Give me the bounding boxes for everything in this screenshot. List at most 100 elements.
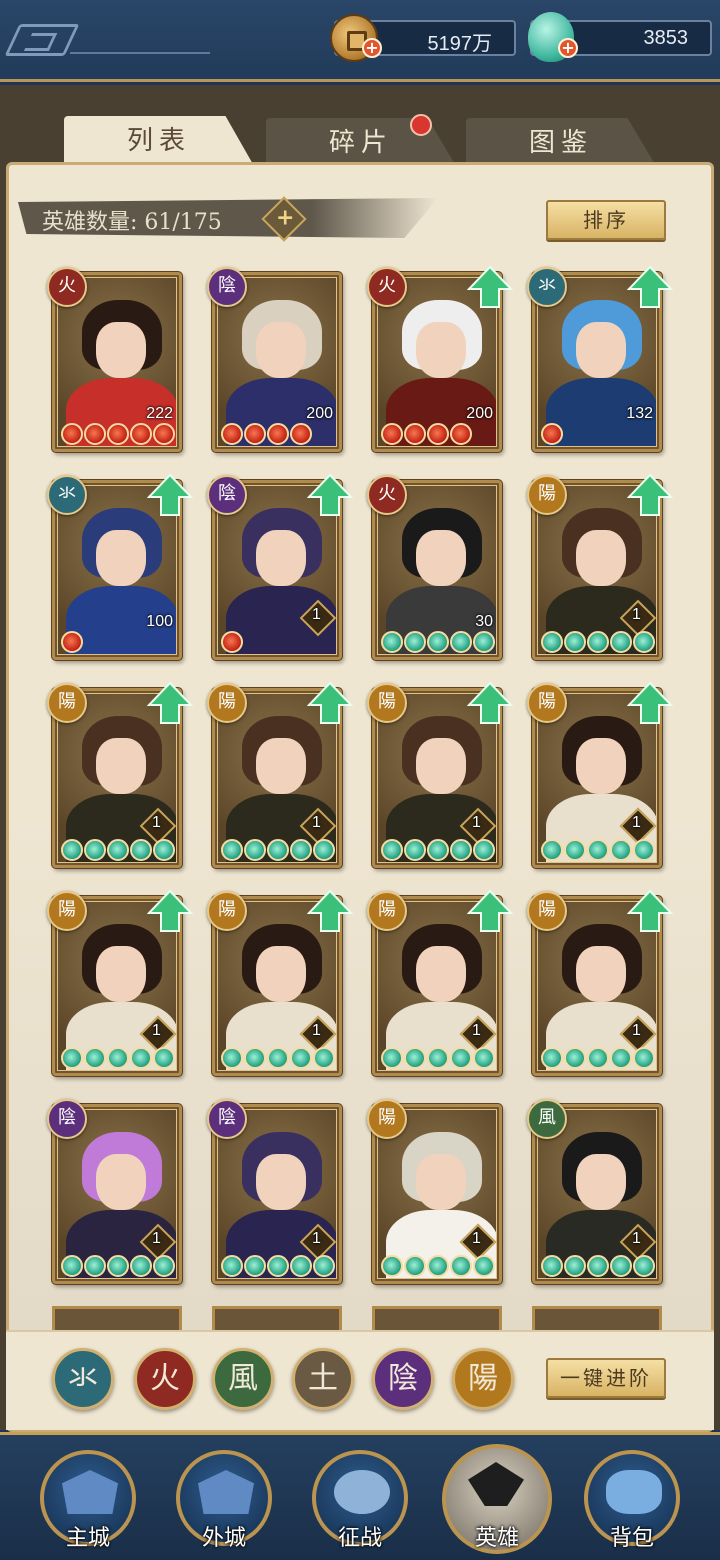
hero-face (96, 322, 146, 378)
star-icon (313, 1047, 335, 1069)
hero-card[interactable]: 風1 (527, 1099, 662, 1284)
filter-yin-button[interactable]: 陰 (372, 1348, 434, 1410)
filter-wind-button[interactable]: 風 (212, 1348, 274, 1410)
hero-icon (468, 1462, 524, 1506)
star-icon (381, 1255, 403, 1277)
star-icon (381, 839, 403, 861)
tab-codex[interactable]: 图鉴 (466, 118, 656, 166)
element-badge: 陽 (367, 1099, 407, 1139)
coin-counter[interactable]: + 5197万 (330, 14, 516, 62)
hero-face (256, 322, 306, 378)
hero-level-value: 1 (632, 606, 641, 623)
star-rating (541, 839, 656, 861)
hero-card[interactable]: 火 30 (367, 475, 502, 660)
hero-level: 1 (303, 603, 331, 631)
jade-value: 3853 (643, 27, 689, 49)
element-badge: 陽 (367, 891, 407, 931)
filter-water-button[interactable]: 氺 (52, 1348, 114, 1410)
star-rating (61, 1047, 176, 1069)
star-icon (564, 631, 586, 653)
hero-card[interactable]: 陽1 (47, 889, 193, 1076)
star-icon (633, 839, 655, 861)
menu-pattern-icon[interactable] (4, 24, 80, 56)
upgrade-arrow-icon (627, 473, 673, 516)
star-rating (381, 1255, 496, 1277)
star-rating (541, 1047, 656, 1069)
hero-level: 1 (143, 1019, 171, 1047)
star-icon (541, 839, 563, 861)
hero-card[interactable]: 陰 200 (207, 267, 342, 452)
hero-face (96, 1154, 146, 1210)
star-icon (130, 423, 152, 445)
element-badge: 陽 (367, 683, 407, 723)
hero-level-value: 30 (475, 613, 493, 630)
element-badge: 陽 (207, 683, 247, 723)
hero-card[interactable]: 陽1 (527, 473, 673, 660)
outer-city-icon (198, 1470, 254, 1514)
star-rating (221, 1255, 336, 1277)
star-icon (221, 839, 243, 861)
hero-card[interactable]: 陰1 (47, 1099, 182, 1284)
star-icon (153, 1047, 175, 1069)
one-click-advance-button[interactable]: 一键进阶 (546, 1358, 666, 1398)
hero-level-value: 1 (632, 814, 641, 831)
hero-card[interactable]: 陽1 (47, 681, 193, 868)
star-rating (381, 631, 496, 653)
add-coin-button[interactable]: + (362, 38, 382, 58)
element-badge: 火 (367, 475, 407, 515)
hero-card[interactable]: 陽1 (207, 889, 353, 1076)
star-icon (290, 1255, 312, 1277)
hero-card[interactable]: 陽1 (527, 889, 673, 1076)
star-rating (221, 631, 244, 653)
star-icon (541, 631, 563, 653)
star-icon (61, 1255, 83, 1277)
hero-card[interactable] (212, 1306, 342, 1330)
element-badge: 陽 (527, 475, 567, 515)
filter-earth-button[interactable]: 土 (292, 1348, 354, 1410)
tab-list[interactable]: 列表 (64, 116, 254, 166)
star-rating (541, 631, 656, 653)
filter-fire-button[interactable]: 火 (134, 1348, 196, 1410)
hero-card[interactable]: 陰1 (207, 473, 353, 660)
hero-card[interactable]: 氺 132 (527, 265, 673, 452)
star-icon (61, 1047, 83, 1069)
hero-level: 1 (623, 603, 651, 631)
element-badge: 氺 (47, 475, 87, 515)
sort-button[interactable]: 排序 (546, 200, 666, 240)
hero-card[interactable]: 陽1 (367, 681, 513, 868)
hero-card[interactable] (52, 1306, 182, 1330)
star-icon (587, 839, 609, 861)
star-icon (427, 1255, 449, 1277)
nav-label-heroes: 英雄 (474, 1526, 519, 1551)
next-row-preview (44, 1306, 684, 1330)
hero-card[interactable] (372, 1306, 502, 1330)
star-icon (221, 1255, 243, 1277)
divider (70, 52, 210, 54)
hero-card[interactable] (532, 1306, 662, 1330)
star-icon (633, 1255, 655, 1277)
star-icon (244, 839, 266, 861)
star-icon (473, 839, 495, 861)
hero-card[interactable]: 陽1 (367, 889, 513, 1076)
star-icon (244, 1255, 266, 1277)
hero-face (416, 1154, 466, 1210)
hero-level-value: 1 (312, 814, 321, 831)
star-icon (290, 839, 312, 861)
star-icon (404, 631, 426, 653)
hero-card[interactable]: 陽1 (367, 1099, 502, 1284)
hero-card[interactable]: 火 222 (47, 267, 182, 452)
upgrade-arrow-icon (627, 681, 673, 724)
hero-card[interactable]: 陽1 (527, 681, 673, 868)
hero-level: 1 (623, 1227, 651, 1255)
hero-face (576, 1154, 626, 1210)
hero-card[interactable]: 氺 100 (47, 473, 193, 660)
filter-yang-button[interactable]: 陽 (452, 1348, 514, 1410)
hero-card[interactable]: 火 200 (367, 265, 513, 452)
star-icon (587, 1047, 609, 1069)
element-badge: 陽 (47, 891, 87, 931)
star-icon (244, 1047, 266, 1069)
hero-card[interactable]: 陽1 (207, 681, 353, 868)
jade-counter[interactable]: + 3853 (528, 12, 712, 62)
add-jade-button[interactable]: + (558, 38, 578, 58)
hero-card[interactable]: 陰1 (207, 1099, 342, 1284)
